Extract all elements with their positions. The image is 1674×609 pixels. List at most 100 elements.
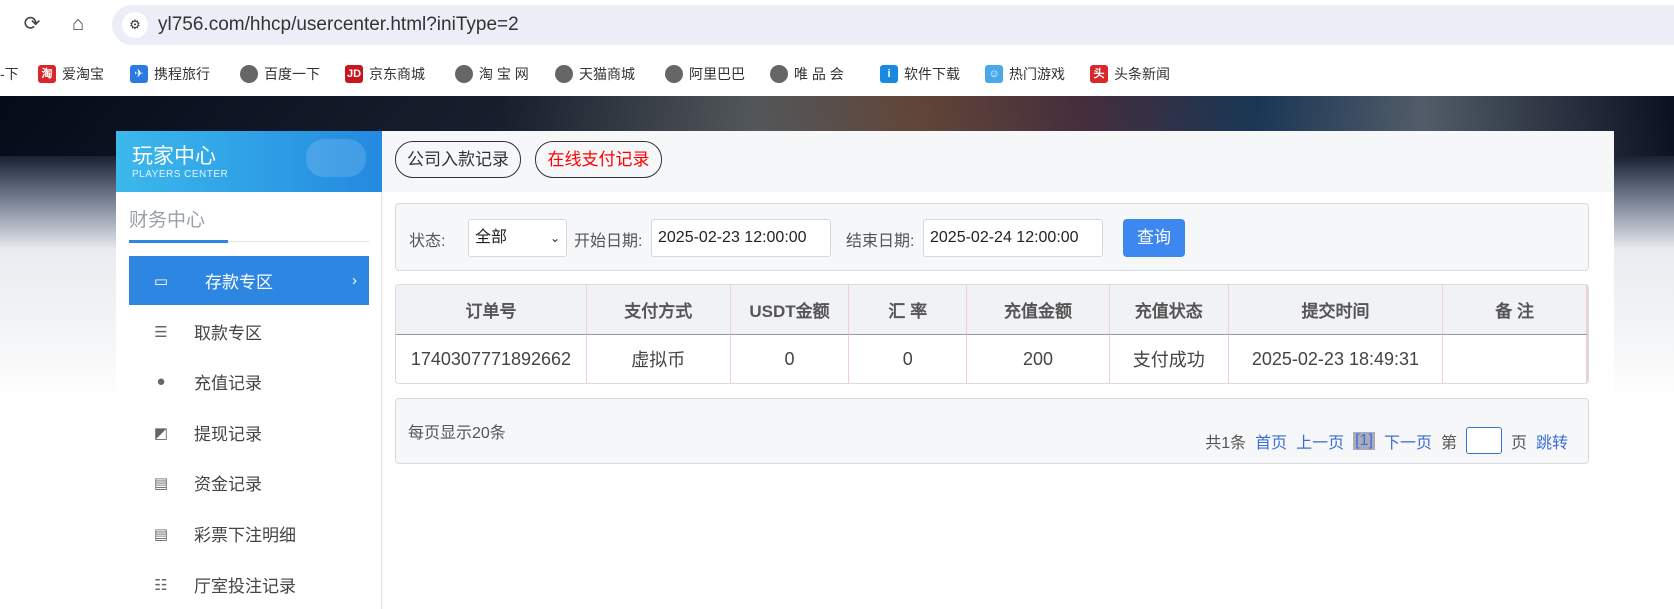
- bookmark-item[interactable]: 头头条新闻: [1090, 64, 1170, 84]
- bookmark-item[interactable]: 天猫商城: [555, 64, 635, 84]
- total-count: 共1条: [1205, 434, 1247, 452]
- table-cell: 0: [731, 335, 850, 383]
- bookmark-item[interactable]: JD 京东商城: [345, 64, 425, 84]
- wallet-icon: ◩: [153, 424, 169, 442]
- sidebar-item-label: 厅室投注记录: [194, 577, 296, 596]
- tab-online-payment[interactable]: 在线支付记录: [535, 141, 662, 178]
- reload-icon[interactable]: ⟳: [20, 12, 44, 36]
- chevron-right-icon: ›: [352, 272, 357, 289]
- sidebar-item-label: 资金记录: [194, 475, 262, 494]
- table-cell: 虚拟币: [587, 335, 731, 383]
- sidebar-item[interactable]: ▤ 彩票下注明细: [129, 509, 369, 558]
- sidebar-item[interactable]: ◩ 提现记录: [129, 408, 369, 457]
- globe-icon: [240, 65, 258, 83]
- prev-page-link[interactable]: 上一页: [1296, 429, 1344, 453]
- download-icon: i: [880, 65, 898, 83]
- jump-link[interactable]: 跳转: [1536, 429, 1568, 453]
- bookmark-label: 百度一下: [264, 66, 320, 82]
- filter-bar: 状态: 全部 ⌄ 开始日期: 2025-02-23 12:00:00 结束日期: …: [395, 203, 1589, 271]
- sidebar-item-label: 彩票下注明细: [194, 526, 296, 545]
- pagination-bar: 每页显示20条 共1条 首页 上一页 [1] 下一页 第 页 跳转: [395, 398, 1589, 464]
- column-header: 提交时间: [1228, 285, 1444, 335]
- bookmarks-bar: -下 淘爱淘宝 ✈ 携程旅行 百度一下 JD 京东商城 淘 宝 网 天猫商城 阿里巴巴 唯 品 会 i…: [0, 52, 1674, 96]
- next-page-link[interactable]: 下一页: [1384, 429, 1432, 453]
- page-number-input[interactable]: [1465, 427, 1502, 454]
- bookmark-item[interactable]: 淘爱淘宝: [38, 64, 104, 84]
- jd-icon: JD: [345, 65, 363, 83]
- toutiao-icon: 头: [1090, 65, 1108, 83]
- status-label: 状态:: [409, 233, 446, 250]
- table-cell: 200: [967, 335, 1110, 383]
- bookmark-item[interactable]: ☺ 热门游戏: [985, 64, 1065, 84]
- bookmark-item[interactable]: 淘 宝 网: [455, 64, 529, 84]
- status-select[interactable]: 全部 ⌄: [468, 219, 567, 257]
- globe-icon: [665, 65, 683, 83]
- table-cell: 支付成功: [1110, 335, 1229, 383]
- table-cell: [1443, 335, 1588, 383]
- bookmark-item[interactable]: 阿里巴巴: [665, 64, 745, 84]
- list-icon: ▤: [153, 525, 169, 543]
- bookmark-item[interactable]: ✈ 携程旅行: [130, 64, 210, 84]
- bookmark-label: 爱淘宝: [62, 66, 104, 82]
- end-date-label: 结束日期:: [846, 233, 915, 250]
- bookmark-label: 京东商城: [369, 66, 425, 82]
- column-header: 支付方式: [586, 285, 731, 335]
- query-button[interactable]: 查询: [1123, 219, 1185, 257]
- table-cell: 1740307771892662: [396, 335, 587, 383]
- bookmark-item[interactable]: 百度一下: [240, 64, 320, 84]
- sidebar-subtitle: PLAYERS CENTER: [132, 169, 229, 180]
- start-date-label: 开始日期:: [574, 233, 643, 250]
- money-bag-icon: ●: [156, 373, 166, 390]
- column-header: USDT金额: [730, 285, 850, 335]
- taobao-icon: 淘: [38, 65, 56, 83]
- tab-label: 在线支付记录: [547, 150, 650, 169]
- cash-icon: ▤: [153, 474, 169, 492]
- column-header: 充值状态: [1109, 285, 1229, 335]
- sidebar-item-label: 提现记录: [194, 425, 262, 444]
- bookmark-label: 阿里巴巴: [689, 66, 745, 82]
- chevron-down-icon: ⌄: [549, 231, 560, 245]
- column-header: 充值金额: [967, 285, 1110, 335]
- column-header: 汇 率: [849, 285, 968, 335]
- end-date-input[interactable]: 2025-02-24 12:00:00: [923, 219, 1103, 257]
- sidebar-item[interactable]: ▤ 资金记录: [129, 458, 369, 507]
- sidebar-item[interactable]: ▭ 存款专区 ›: [129, 256, 369, 305]
- sidebar-title: 玩家中心: [132, 145, 216, 168]
- gamepad-icon: [306, 139, 366, 177]
- payment-records-table: 订单号 支付方式 USDT金额汇 率充值金额 充值状态 提交时间备 注 17403077…: [395, 284, 1589, 384]
- bookmark-label: 软件下载: [904, 66, 960, 82]
- bookmark-item[interactable]: i 软件下载: [880, 64, 960, 84]
- globe-icon: [555, 65, 573, 83]
- page-prefix: 第: [1440, 434, 1457, 452]
- status-value: 全部: [475, 229, 508, 246]
- bookmark-label: 天猫商城: [579, 66, 635, 82]
- url-text: yl756.com/hhcp/usercenter.html?iniType=2: [158, 14, 519, 35]
- bookmark-item[interactable]: -下: [0, 64, 19, 84]
- tab-label: 公司入款记录: [407, 150, 509, 169]
- home-icon[interactable]: ⌂: [66, 12, 90, 36]
- ctrip-icon: ✈: [130, 65, 148, 83]
- start-date-input[interactable]: 2025-02-23 12:00:00: [651, 219, 831, 257]
- sidebar-item[interactable]: ☰ 取款专区: [129, 307, 369, 356]
- hand-cash-icon: ☰: [154, 323, 168, 341]
- game-icon: ☺: [985, 65, 1003, 83]
- sidebar-item[interactable]: ☷ 厅室投注记录: [129, 560, 369, 609]
- table-cell: 2025-02-23 18:49:31: [1229, 335, 1444, 383]
- bookmark-label: 淘 宝 网: [479, 66, 529, 82]
- first-page-link[interactable]: 首页: [1255, 429, 1287, 453]
- address-bar[interactable]: ⚙ yl756.com/hhcp/usercenter.html?iniType…: [112, 5, 1674, 45]
- site-settings-icon[interactable]: ⚙: [122, 12, 148, 38]
- per-page-text: 每页显示20条: [408, 425, 506, 442]
- list-bullets-icon: ☷: [154, 576, 168, 594]
- sidebar-item-label: 取款专区: [194, 324, 262, 343]
- bookmark-label: 热门游戏: [1009, 66, 1065, 82]
- section-underline: [129, 240, 228, 243]
- current-page[interactable]: [1]: [1353, 431, 1375, 450]
- column-header: 备 注: [1443, 285, 1588, 335]
- tab-company-deposit[interactable]: 公司入款记录: [395, 141, 521, 178]
- bookmark-label: 头条新闻: [1114, 66, 1170, 82]
- bookmark-item[interactable]: 唯 品 会: [770, 64, 844, 84]
- table-cell: 0: [849, 335, 968, 383]
- globe-icon: [455, 65, 473, 83]
- sidebar-item[interactable]: ● 充值记录: [129, 357, 369, 406]
